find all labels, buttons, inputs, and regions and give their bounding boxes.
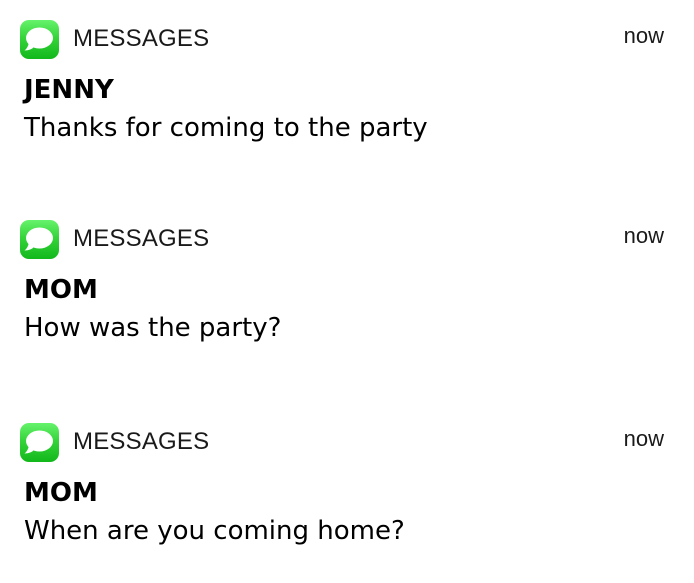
message-preview: Thanks for coming to the party [24,113,428,143]
timestamp: now [623,223,664,248]
timestamp: now [623,23,664,48]
timestamp: now [623,426,664,451]
messages-icon [20,220,59,259]
sender-name: MOM [24,478,98,508]
sender-name: MOM [24,275,98,305]
messages-icon [20,423,59,462]
notification-jenny[interactable]: MESSAGES now JENNY Thanks for coming to … [0,20,694,180]
app-name: MESSAGES [73,25,210,52]
notification-mom-2[interactable]: MESSAGES now MOM When are you coming hom… [0,423,694,583]
app-name: MESSAGES [73,225,210,252]
messages-icon [20,20,59,59]
message-preview: When are you coming home? [24,516,405,546]
notification-mom-1[interactable]: MESSAGES now MOM How was the party? [0,220,694,380]
app-name: MESSAGES [73,428,210,455]
message-preview: How was the party? [24,313,282,343]
sender-name: JENNY [24,75,114,105]
